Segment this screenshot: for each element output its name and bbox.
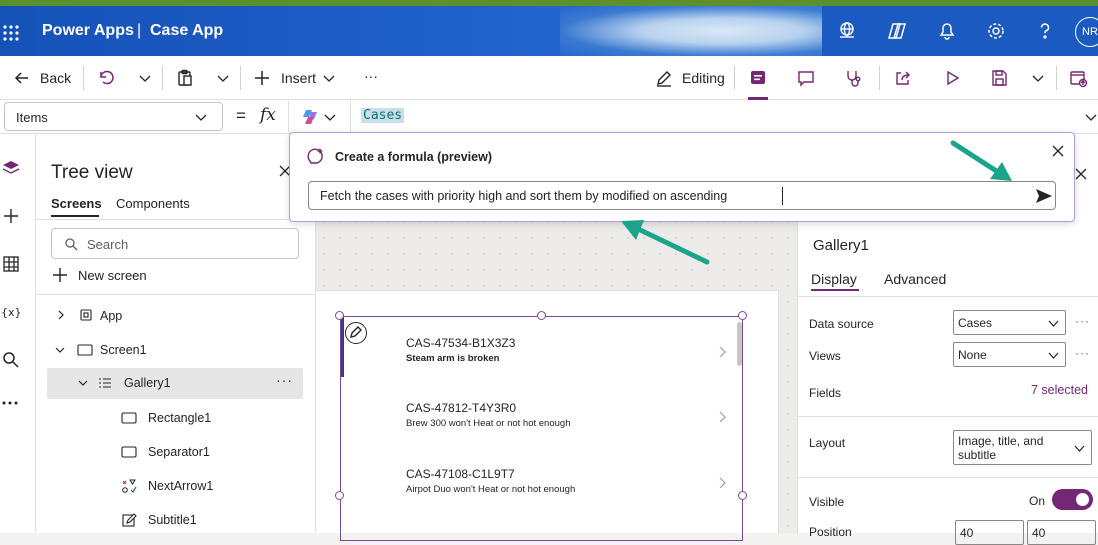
annotation-arrows [621,140,1012,265]
arrow-to-prompt-input [633,225,710,265]
arrow-to-send-icon [950,140,1004,177]
